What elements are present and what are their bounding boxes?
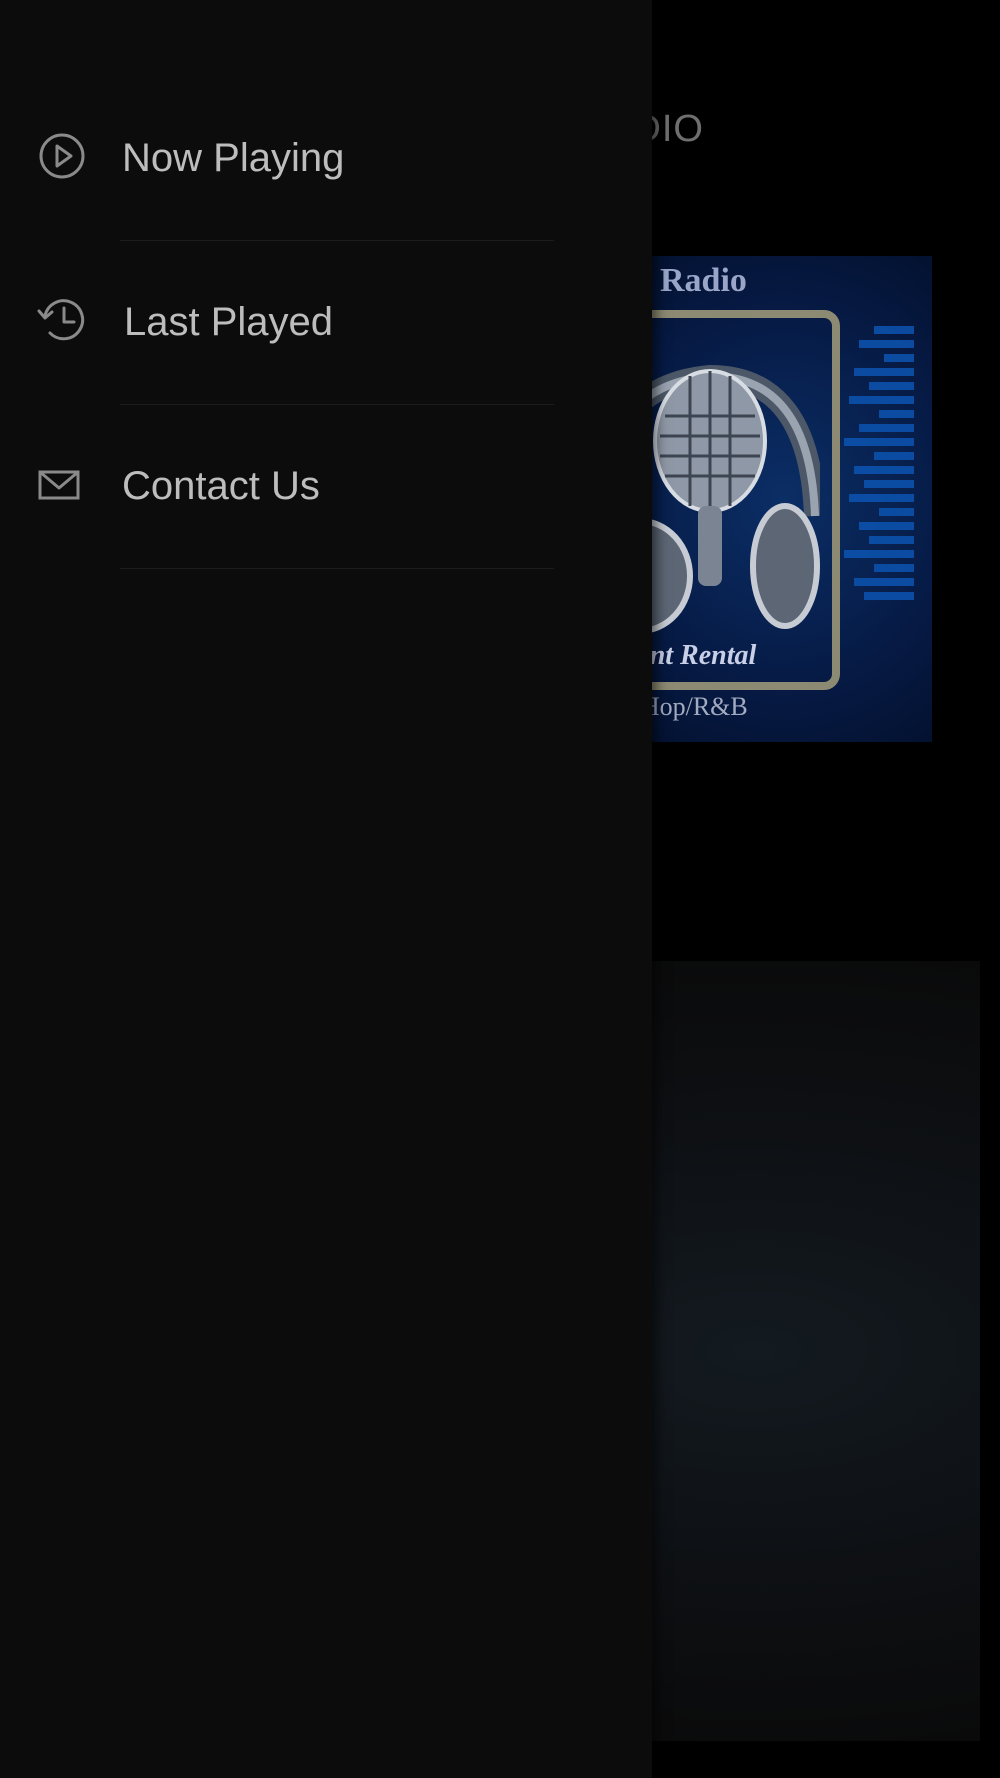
album-art-radio-text: Radio (660, 262, 747, 299)
album-art-equalizer (844, 326, 914, 606)
nav-item-label: Now Playing (122, 136, 345, 180)
nav-item-contact-us[interactable]: Contact Us (0, 406, 652, 570)
divider (120, 568, 554, 569)
nav-item-now-playing[interactable]: Now Playing (0, 78, 652, 242)
mail-icon (38, 470, 80, 500)
nav-item-last-played[interactable]: Last Played (0, 242, 652, 406)
nav-item-label: Contact Us (122, 464, 320, 508)
divider (120, 240, 554, 241)
divider (120, 404, 554, 405)
play-circle-icon (39, 133, 85, 179)
history-icon (37, 299, 85, 341)
nav-item-label: Last Played (124, 300, 334, 344)
navigation-drawer: Now Playing Last Played Contact Us (0, 0, 652, 1778)
